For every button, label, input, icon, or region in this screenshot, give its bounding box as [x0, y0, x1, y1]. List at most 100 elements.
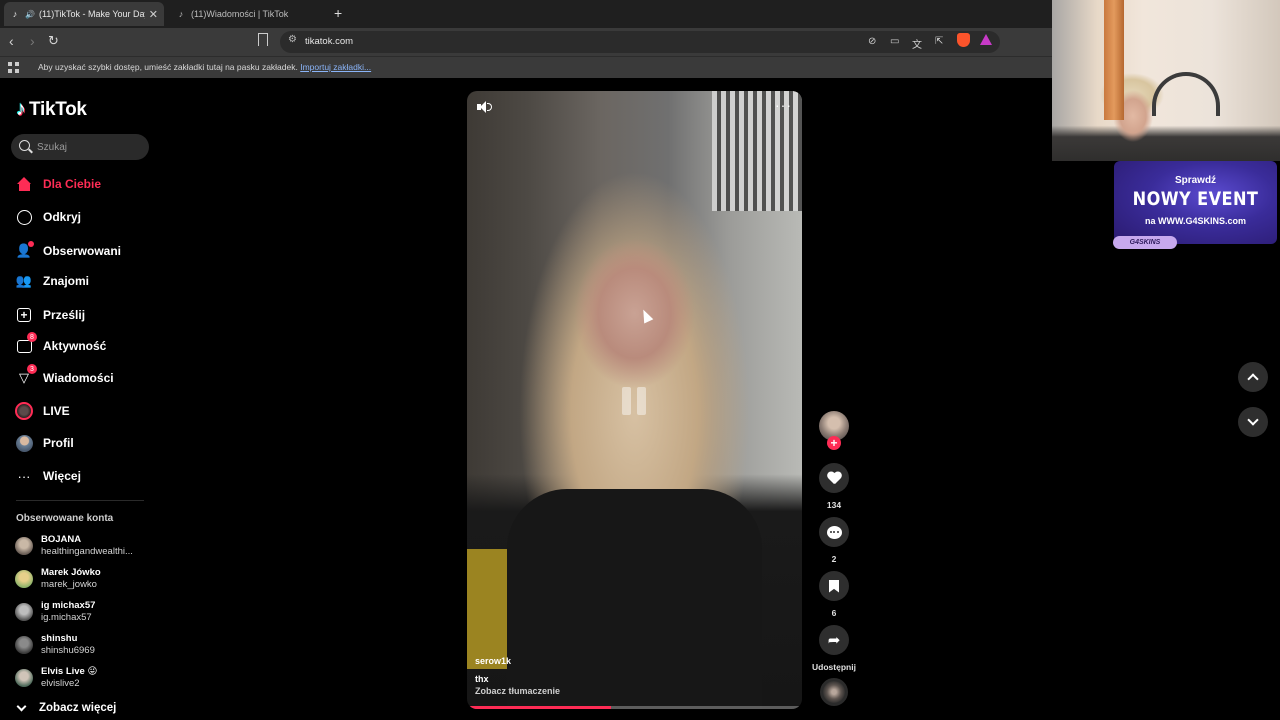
ad-line-1: Sprawdź: [1174, 175, 1217, 186]
bookmark-page-icon[interactable]: [258, 33, 268, 46]
music-disc-icon[interactable]: [820, 678, 848, 706]
video-progress-bar[interactable]: [467, 706, 802, 709]
search-input[interactable]: Szukaj: [11, 134, 149, 160]
followed-account-item[interactable]: ig michax57 ig.michax57: [15, 600, 95, 624]
forward-icon[interactable]: ›: [30, 33, 35, 49]
see-more-button[interactable]: Zobacz więcej: [16, 701, 116, 714]
profile-icon: [15, 434, 33, 452]
like-count: 134: [826, 500, 842, 510]
audio-playing-icon[interactable]: 🔊: [25, 10, 35, 19]
following-section-title: Obserwowane konta: [16, 513, 114, 524]
tab-messages[interactable]: ♪ (11)Wiadomości | TikTok: [170, 2, 330, 26]
like-button[interactable]: [819, 463, 849, 493]
site-info-icon[interactable]: ⚙: [288, 34, 297, 45]
video-player[interactable]: ··· serow1k thx Zobacz tłumaczenie: [467, 91, 802, 709]
translate-icon[interactable]: 文: [912, 36, 922, 51]
share-label: Udostępnij: [812, 662, 856, 672]
tiktok-favicon-icon: ♪: [12, 9, 18, 19]
address-text: tikatok.com: [305, 36, 354, 47]
avatar: [15, 570, 33, 588]
sidebar-item-upload[interactable]: + Prześlij: [15, 304, 85, 326]
heart-icon: [827, 472, 841, 485]
tab-title: (11)Wiadomości | TikTok: [191, 9, 289, 19]
mute-icon[interactable]: ⊘: [868, 36, 876, 47]
see-translation-link[interactable]: Zobacz tłumaczenie: [475, 686, 560, 696]
comment-button[interactable]: [819, 517, 849, 547]
messages-badge: 3: [27, 364, 37, 374]
back-icon[interactable]: ‹: [9, 33, 14, 49]
sponsor-logo: G4SKINS: [1113, 236, 1177, 249]
upload-icon: +: [15, 306, 33, 324]
sidebar-item-messages[interactable]: ▽ 3 Wiadomości: [15, 364, 114, 389]
import-bookmarks-link[interactable]: Importuj zakładki...: [300, 62, 371, 72]
chevron-up-icon: [1247, 373, 1259, 385]
address-bar[interactable]: ⚙ tikatok.com ⊘ ▭ 文 ⇱: [280, 31, 1000, 53]
webcam-overlay: [1052, 0, 1280, 161]
sidebar-item-live[interactable]: LIVE: [15, 400, 70, 422]
sidebar-item-explore[interactable]: Odkryj: [15, 206, 81, 228]
compass-icon: [15, 208, 33, 226]
search-icon: [19, 140, 30, 151]
activity-icon: 8: [15, 332, 37, 355]
close-tab-icon[interactable]: ✕: [149, 8, 158, 21]
sidebar-item-more[interactable]: ··· Więcej: [15, 465, 81, 487]
volume-icon[interactable]: [476, 100, 494, 116]
share-page-icon[interactable]: ⇱: [935, 36, 943, 47]
previous-video-button[interactable]: [1238, 362, 1268, 392]
video-author[interactable]: serow1k: [475, 656, 511, 666]
logo-text: TikTok: [29, 98, 87, 120]
bookmarks-hint: Aby uzyskać szybki dostęp, umieść zakład…: [38, 62, 372, 72]
save-count: 6: [831, 608, 837, 618]
sidebar-item-for-you[interactable]: Dla Ciebie: [15, 173, 101, 195]
live-icon: [15, 402, 33, 420]
avatar: [15, 669, 33, 687]
tab-title: (11)TikTok - Make Your Day: [38, 9, 145, 19]
brave-rewards-icon[interactable]: [980, 34, 992, 45]
sidebar-item-friends[interactable]: 👥 Znajomi: [15, 270, 89, 292]
webcam-headset: [1152, 72, 1220, 116]
chevron-down-icon: [1247, 414, 1259, 426]
avatar: [15, 636, 33, 654]
pause-icon[interactable]: [613, 381, 655, 423]
chevron-down-icon: [16, 701, 27, 711]
search-placeholder: Szukaj: [37, 142, 68, 153]
sidebar-item-profile[interactable]: Profil: [15, 432, 74, 454]
mouse-cursor-icon: [638, 307, 654, 324]
cast-icon[interactable]: ▭: [890, 36, 899, 47]
comment-icon: [826, 525, 842, 539]
avatar: [15, 537, 33, 555]
followed-account-item[interactable]: Marek Jówko marek_jowko: [15, 567, 101, 591]
video-subject-shirt: [507, 489, 762, 709]
follow-plus-icon[interactable]: +: [827, 436, 841, 450]
webcam-curtain: [1104, 0, 1124, 120]
new-tab-button[interactable]: +: [334, 5, 342, 21]
video-background-object: [467, 549, 507, 669]
browser-tab-strip: ♪ 🔊 (11)TikTok - Make Your Day ✕ ♪ (11)W…: [0, 0, 1052, 28]
tiktok-logo[interactable]: ♪ TikTok: [16, 98, 87, 121]
next-video-button[interactable]: [1238, 407, 1268, 437]
bookmark-icon: [829, 579, 839, 593]
more-icon: ···: [17, 468, 31, 484]
followed-account-item[interactable]: Elvis Live 😜 elvislive2: [15, 666, 97, 690]
sponsor-banner: Sprawdź NOWY EVENT na WWW.G4SKINS.com: [1114, 161, 1277, 244]
avatar: [15, 603, 33, 621]
friends-icon: 👥: [15, 273, 33, 288]
browser-toolbar: ‹ › ↻ ⚙ tikatok.com ⊘ ▭ 文 ⇱: [0, 28, 1052, 56]
save-button[interactable]: [819, 571, 849, 601]
followed-account-item[interactable]: BOJANA healthingandwealthi...: [15, 534, 133, 558]
tab-tiktok[interactable]: ♪ 🔊 (11)TikTok - Make Your Day ✕: [4, 2, 164, 26]
ad-headline: NOWY EVENT: [1132, 188, 1259, 210]
share-button[interactable]: ➦: [819, 625, 849, 655]
brave-shields-icon[interactable]: [957, 33, 970, 47]
apps-grid-icon[interactable]: [8, 62, 19, 73]
sidebar-item-following[interactable]: 👤 Obserwowani: [15, 240, 121, 262]
bookmarks-bar: Aby uzyskać szybki dostęp, umieść zakład…: [0, 56, 1052, 78]
reload-icon[interactable]: ↻: [48, 33, 59, 49]
sidebar-divider: [16, 500, 144, 501]
sidebar-item-activity[interactable]: 8 Aktywność: [15, 332, 106, 357]
ad-line-3: na WWW.G4SKINS.com: [1144, 216, 1246, 226]
tiktok-note-icon: ♪: [16, 98, 26, 120]
messages-icon: ▽ 3: [15, 364, 37, 387]
followed-account-item[interactable]: shinshu shinshu6969: [15, 633, 95, 657]
video-options-icon[interactable]: ···: [775, 97, 792, 113]
